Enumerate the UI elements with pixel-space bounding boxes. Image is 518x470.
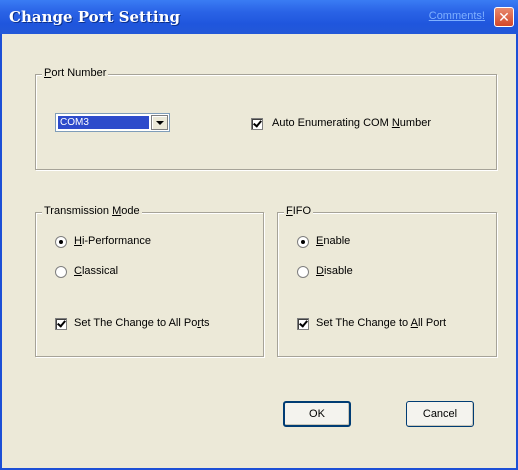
hi-performance-label[interactable]: Hi-Performance: [74, 235, 151, 247]
transmission-apply-all-checkbox[interactable]: [55, 318, 67, 330]
port-number-group: Port Number COM3 Auto Enumerating COM Nu…: [35, 67, 497, 170]
window-title: Change Port Setting: [9, 8, 180, 26]
chevron-down-icon[interactable]: [151, 115, 168, 130]
hi-performance-radio[interactable]: [55, 236, 67, 248]
fifo-apply-all-checkbox[interactable]: [297, 318, 309, 330]
fifo-enable-label[interactable]: Enable: [316, 235, 350, 247]
classical-radio[interactable]: [55, 266, 67, 278]
port-number-legend: Port Number: [42, 67, 109, 79]
close-button[interactable]: ✕: [494, 7, 514, 27]
title-bar[interactable]: Change Port Setting Comments! ✕: [0, 0, 518, 34]
transmission-apply-all-label[interactable]: Set The Change to All Ports: [74, 317, 210, 329]
change-port-setting-dialog: Change Port Setting Comments! ✕ Port Num…: [0, 0, 518, 470]
port-select-value: COM3: [58, 116, 149, 129]
auto-enumerating-checkbox[interactable]: [251, 118, 263, 130]
auto-enumerating-label[interactable]: Auto Enumerating COM Number: [272, 117, 431, 129]
fifo-group: FIFO Enable Disable Set The Change to Al…: [277, 205, 497, 357]
classical-label[interactable]: Classical: [74, 265, 118, 277]
close-icon: ✕: [498, 9, 510, 25]
transmission-mode-group: Transmission Mode Hi-Performance Classic…: [35, 205, 264, 357]
transmission-mode-legend: Transmission Mode: [42, 205, 142, 217]
fifo-enable-radio[interactable]: [297, 236, 309, 248]
comments-link[interactable]: Comments!: [429, 10, 485, 22]
port-select[interactable]: COM3: [55, 113, 170, 132]
fifo-apply-all-label[interactable]: Set The Change to All Port: [316, 317, 446, 329]
cancel-button[interactable]: Cancel: [406, 401, 474, 427]
fifo-disable-label[interactable]: Disable: [316, 265, 353, 277]
ok-button[interactable]: OK: [283, 401, 351, 427]
fifo-legend: FIFO: [284, 205, 314, 217]
fifo-disable-radio[interactable]: [297, 266, 309, 278]
